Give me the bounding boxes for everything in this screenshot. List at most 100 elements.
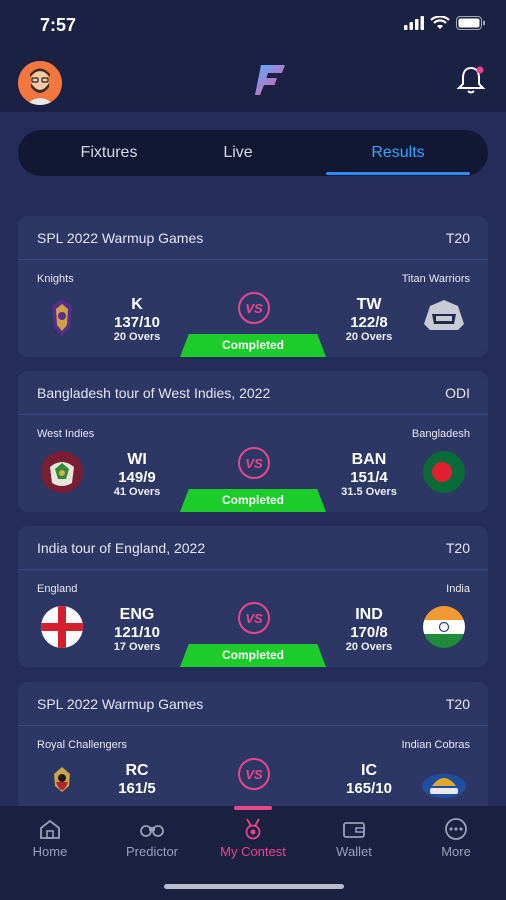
team1-score: 161/5 <box>118 780 156 797</box>
card-header: SPL 2022 Warmup Games T20 <box>18 216 488 260</box>
nav-more[interactable]: More <box>411 818 501 859</box>
team1-abbr: ENG <box>119 606 155 623</box>
team2-name: Titan Warriors <box>401 273 470 285</box>
royal-challengers-logo-icon <box>54 767 70 792</box>
card-header: Bangladesh tour of West Indies, 2022 ODI <box>18 371 488 415</box>
knights-logo-icon <box>52 299 72 336</box>
team2-abbr: IND <box>355 606 383 623</box>
match-card[interactable]: SPL 2022 Warmup Games T20 Knights Titan … <box>18 216 488 357</box>
team2-score: 165/10 <box>346 780 392 797</box>
match-title: SPL 2022 Warmup Games <box>37 696 204 712</box>
match-card[interactable]: SPL 2022 Warmup Games T20 Royal Challeng… <box>18 682 488 806</box>
results-content: Fixtures Live Results SPL 2022 Warmup Ga… <box>0 112 506 806</box>
wifi-icon <box>430 16 450 29</box>
team1-abbr: RC <box>125 762 149 779</box>
team1-score: 149/9 <box>118 469 156 486</box>
team1-score: 137/10 <box>114 314 160 331</box>
team1-score-block: WI 149/9 41 Overs <box>94 451 180 499</box>
team2-abbr: TW <box>356 296 382 313</box>
more-icon <box>445 818 467 840</box>
nav-wallet-label: Wallet <box>336 844 372 859</box>
bangladesh-flag-icon <box>423 451 465 493</box>
match-tabs: Fixtures Live Results <box>18 130 488 176</box>
nav-predictor-label: Predictor <box>125 844 179 859</box>
signal-icon <box>404 16 424 30</box>
match-format: T20 <box>445 540 470 556</box>
team1-overs: 17 Overs <box>113 641 161 653</box>
england-flag-icon <box>41 606 83 648</box>
team2-overs: 31.5 Overs <box>341 486 397 498</box>
match-format: T20 <box>445 230 470 246</box>
app-logo-icon <box>255 65 285 95</box>
match-format: ODI <box>445 385 470 401</box>
team2-abbr: BAN <box>351 451 387 468</box>
team2-name: Bangladesh <box>411 428 470 440</box>
svg-text:VS: VS <box>245 456 263 471</box>
match-format: T20 <box>445 696 470 712</box>
svg-text:VS: VS <box>245 767 263 782</box>
svg-text:VS: VS <box>245 301 263 316</box>
notification-bell-icon[interactable] <box>454 63 488 97</box>
status-completed-badge: Completed <box>180 489 326 512</box>
vs-icon: VS <box>238 758 270 790</box>
team1-overs: 41 Overs <box>113 486 161 498</box>
team1-abbr: K <box>131 296 143 313</box>
team2-score-block: BAN 151/4 31.5 Overs <box>326 451 412 499</box>
team1-score-block: RC 161/5 <box>94 762 180 797</box>
match-card[interactable]: India tour of England, 2022 T20 England … <box>18 526 488 667</box>
tab-results[interactable]: Results <box>326 130 470 176</box>
status-completed-badge: Completed <box>180 334 326 357</box>
nav-my-contest[interactable]: My Contest <box>208 818 298 859</box>
team2-score: 170/8 <box>350 624 388 641</box>
indian-cobras-logo-icon <box>422 774 466 798</box>
team2-name: India <box>446 583 470 595</box>
svg-text:VS: VS <box>245 611 263 626</box>
status-bar: 7:57 <box>0 0 506 50</box>
team2-score-block: IND 170/8 20 Overs <box>326 606 412 654</box>
team1-score: 121/10 <box>114 624 160 641</box>
team1-abbr: WI <box>127 451 147 468</box>
team1-score-block: K 137/10 20 Overs <box>94 296 180 344</box>
team1-overs: 20 Overs <box>113 331 161 343</box>
west-indies-flag-icon <box>41 451 83 493</box>
nav-active-indicator <box>234 806 272 810</box>
team2-score: 151/4 <box>350 469 388 486</box>
home-icon <box>40 819 60 839</box>
status-completed-badge: Completed <box>180 644 326 667</box>
match-title: Bangladesh tour of West Indies, 2022 <box>37 385 271 401</box>
active-tab-underline <box>326 172 470 175</box>
team2-overs: 20 Overs <box>345 641 393 653</box>
tab-live[interactable]: Live <box>203 130 273 176</box>
team1-score-block: ENG 121/10 17 Overs <box>94 606 180 654</box>
match-title: SPL 2022 Warmup Games <box>37 230 204 246</box>
home-indicator <box>164 884 344 889</box>
vs-icon: VS <box>238 447 270 479</box>
team2-score-block: IC 165/10 <box>326 762 412 797</box>
nav-my-contest-label: My Contest <box>220 844 286 859</box>
avatar[interactable] <box>18 61 62 105</box>
match-title: India tour of England, 2022 <box>37 540 206 556</box>
team1-name: West Indies <box>37 428 95 440</box>
titans-logo-icon <box>424 300 464 330</box>
team2-overs: 20 Overs <box>345 331 393 343</box>
team1-name: Knights <box>37 273 74 285</box>
nav-wallet[interactable]: Wallet <box>309 818 399 859</box>
team2-name: Indian Cobras <box>401 739 471 751</box>
wallet-icon <box>343 822 365 838</box>
tab-fixtures[interactable]: Fixtures <box>58 130 160 176</box>
vs-icon: VS <box>238 292 270 324</box>
status-icons <box>404 16 486 30</box>
app-header <box>0 55 506 105</box>
nav-predictor[interactable]: Predictor <box>107 818 197 859</box>
battery-icon <box>456 16 485 30</box>
card-header: SPL 2022 Warmup Games T20 <box>18 682 488 726</box>
india-flag-icon <box>423 606 465 648</box>
vs-icon: VS <box>238 602 270 634</box>
nav-home-label: Home <box>32 844 68 859</box>
match-card[interactable]: Bangladesh tour of West Indies, 2022 ODI… <box>18 371 488 512</box>
binoculars-icon <box>140 825 164 837</box>
nav-more-label: More <box>441 844 471 859</box>
team1-name: England <box>37 583 78 595</box>
nav-home[interactable]: Home <box>5 818 95 859</box>
team2-abbr: IC <box>361 762 377 779</box>
